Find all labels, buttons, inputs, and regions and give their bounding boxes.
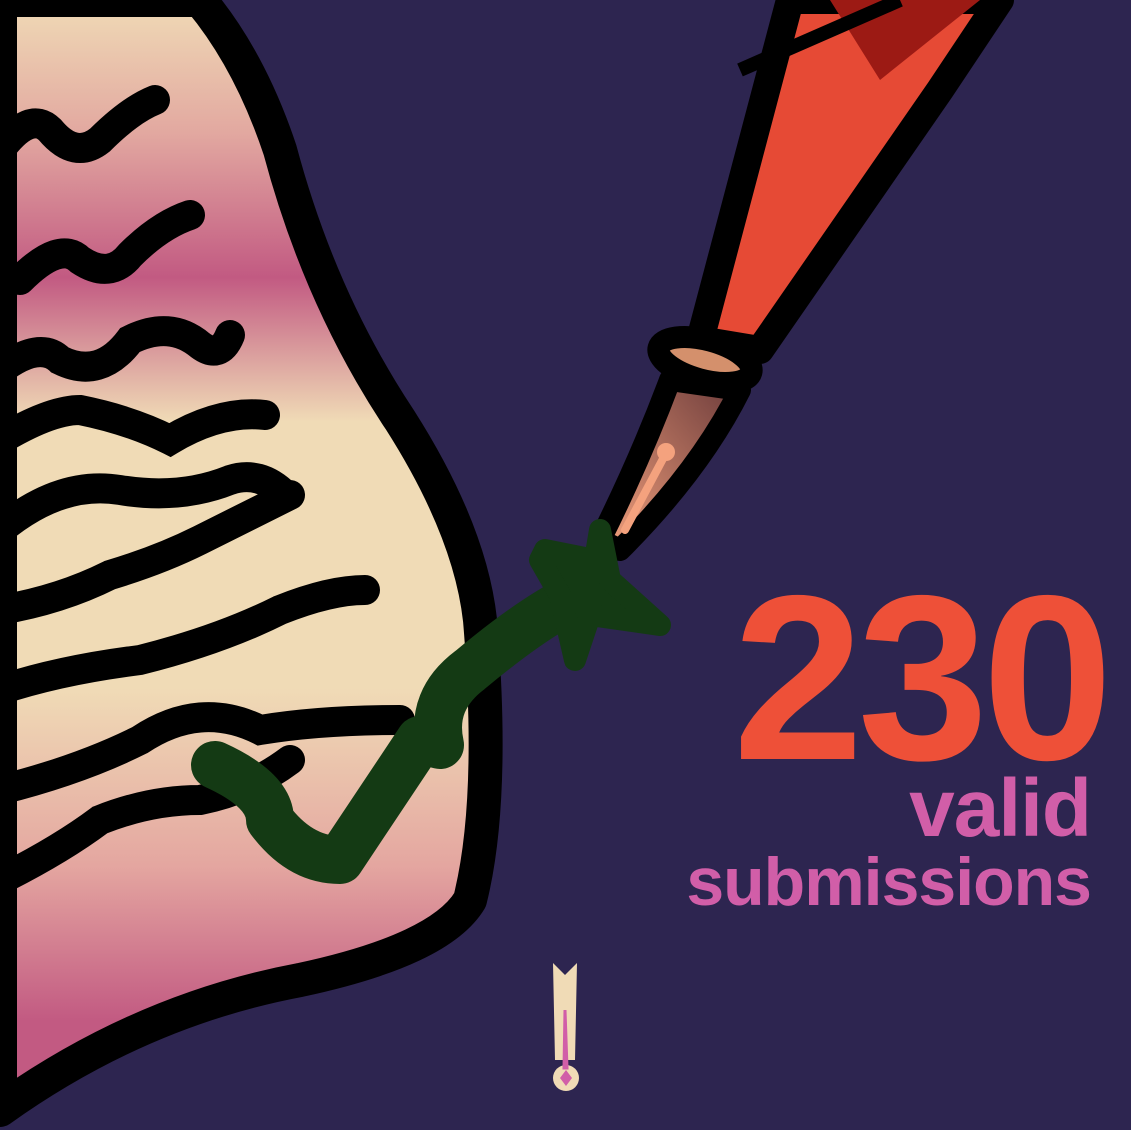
label-submissions: submissions (686, 844, 1092, 920)
quill-brush-icon (589, 0, 1014, 561)
submission-count: 230 (732, 546, 1113, 809)
paper-scroll-icon (0, 0, 503, 1127)
label-valid: valid (909, 763, 1092, 854)
logo-exclamation-icon (553, 963, 579, 1091)
